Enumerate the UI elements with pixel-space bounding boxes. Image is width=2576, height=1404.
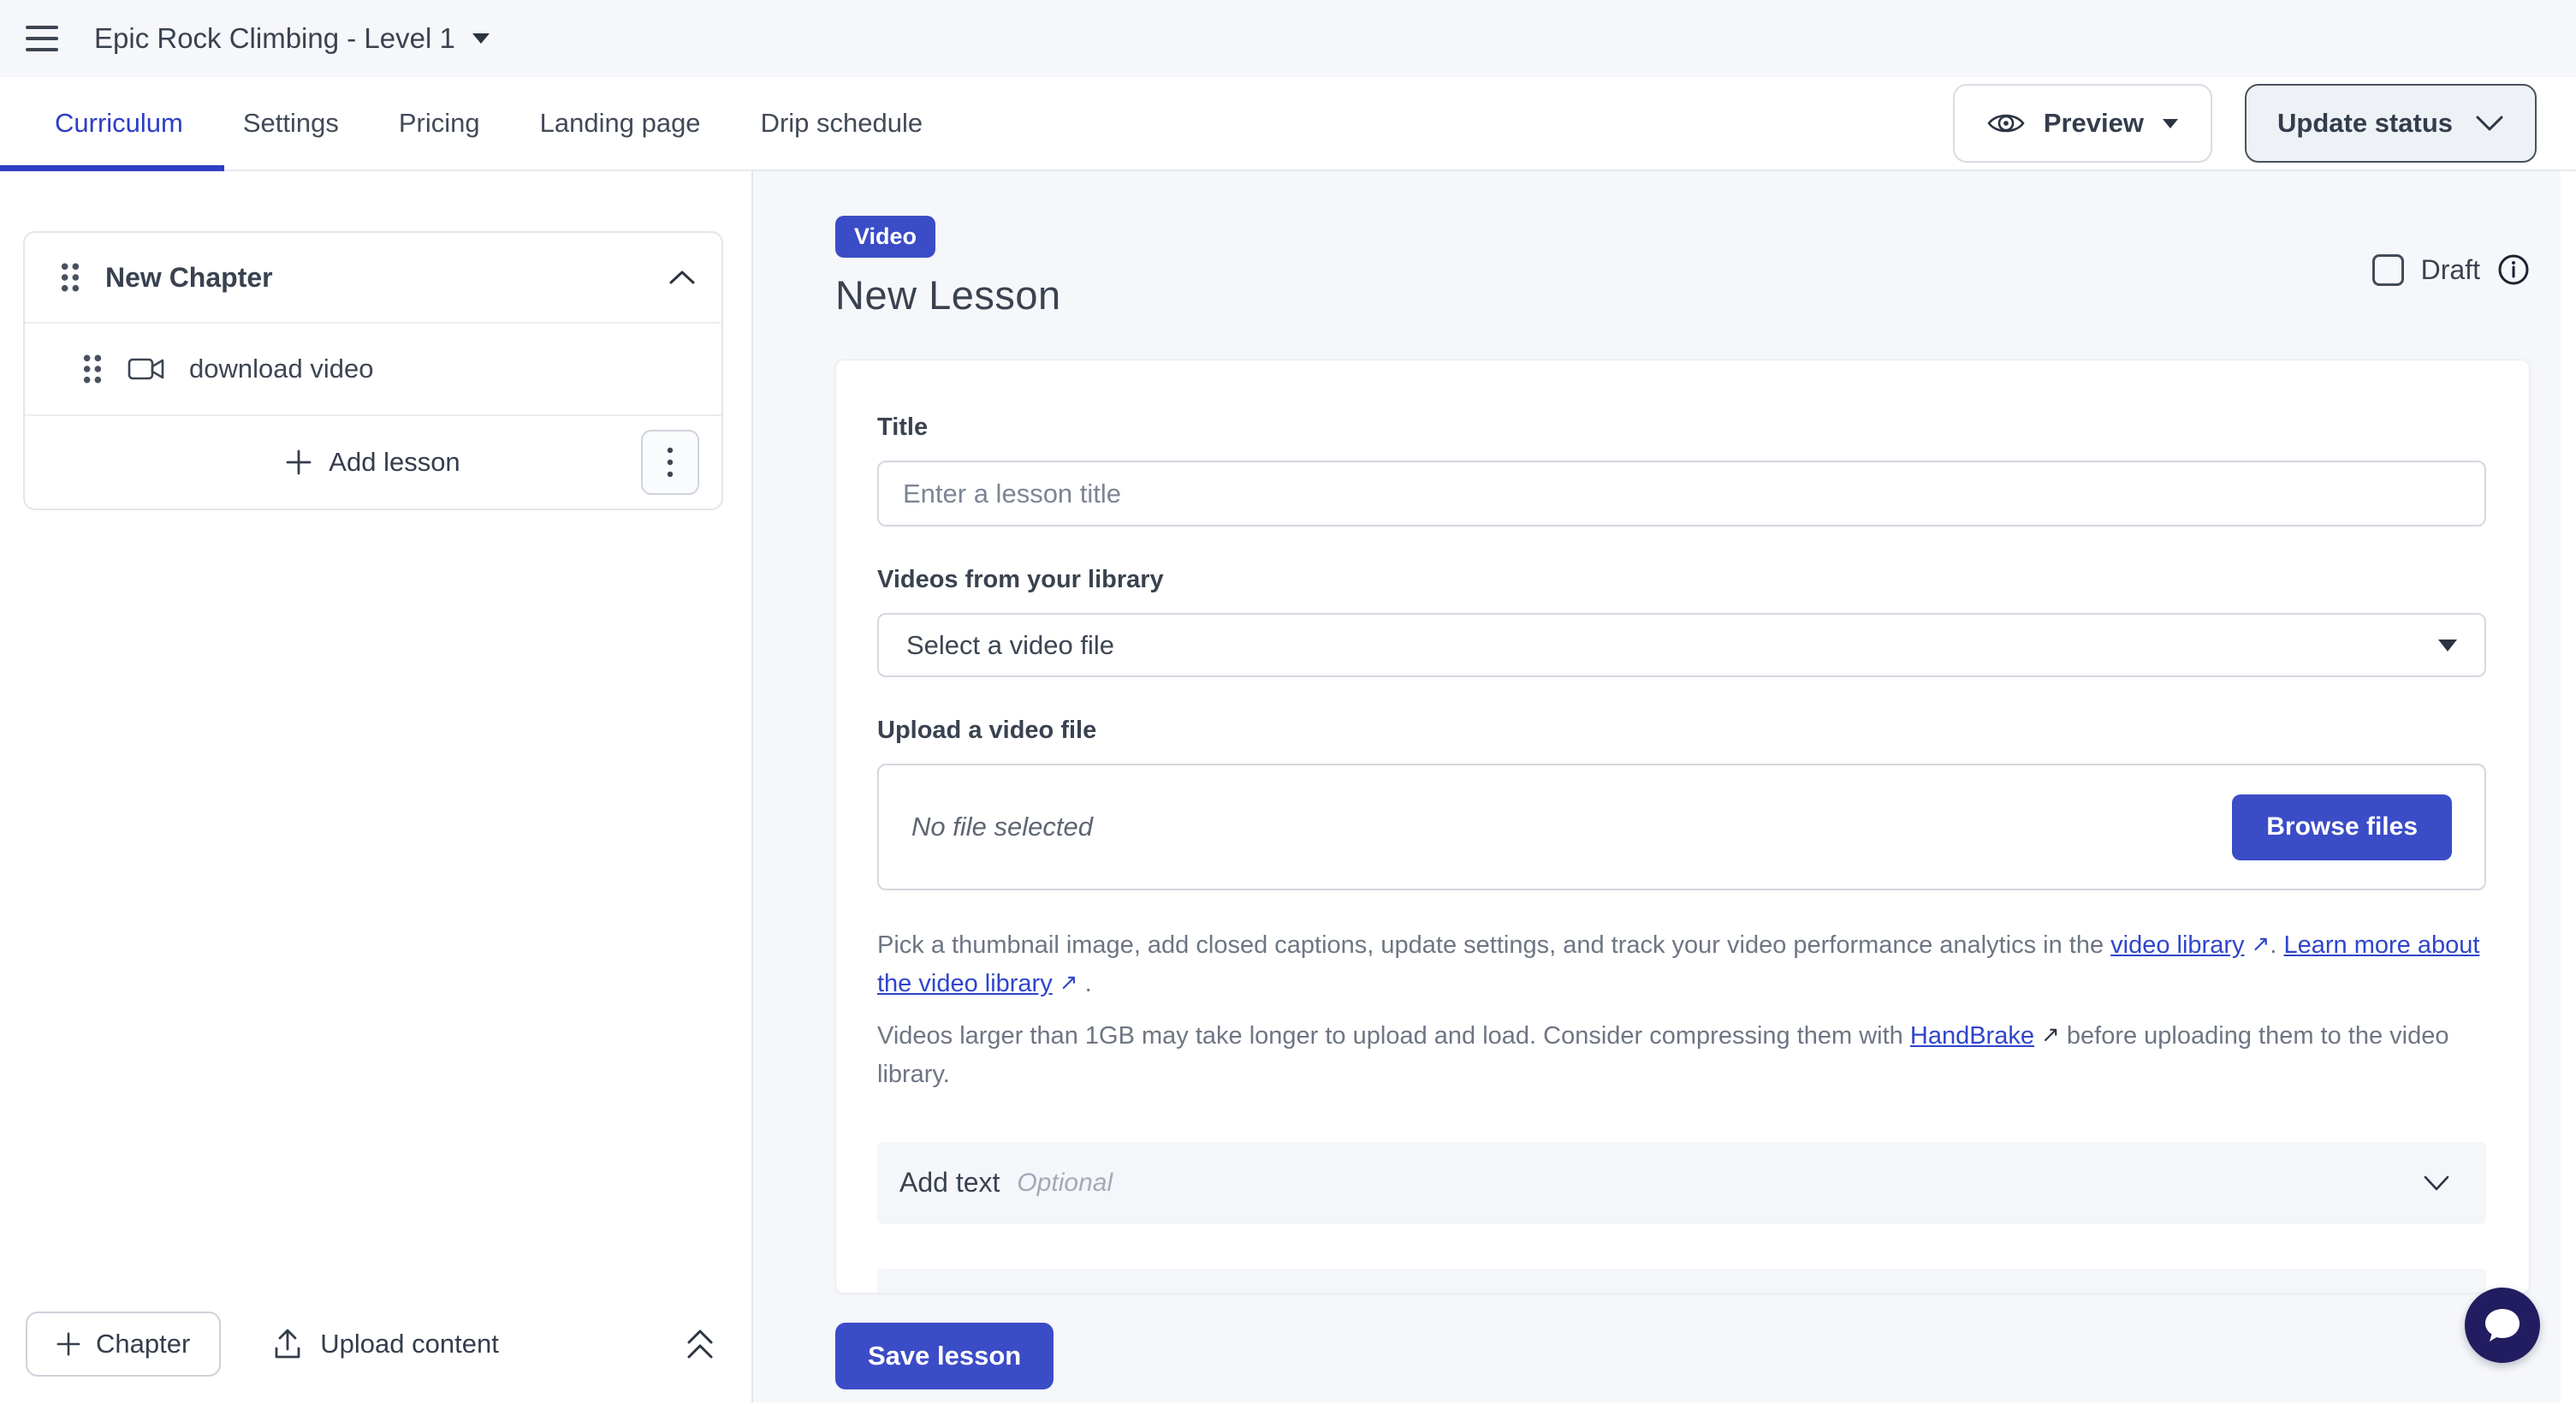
help-text-part: Pick a thumbnail image, add closed capti… [877,931,2110,959]
external-link-icon: ↗ [1059,965,1078,999]
lesson-item-download-video[interactable]: download video [25,324,721,416]
upload-content-button[interactable]: Upload content [272,1328,499,1360]
save-lesson-button[interactable]: Save lesson [835,1323,1054,1389]
chapter-title: New Chapter [105,262,273,294]
add-lesson-row: Add lesson [25,416,721,509]
add-text-accordion[interactable]: Add text Optional [877,1142,2486,1224]
sidebar-footer: Chapter Upload content [0,1298,751,1402]
kebab-menu-icon [667,447,674,478]
add-lesson-button[interactable]: Add lesson [286,447,460,478]
help-text-part: Videos larger than 1GB may take longer t… [877,1022,1910,1050]
preview-button[interactable]: Preview [1953,84,2212,163]
curriculum-sidebar: New Chapter download video [0,171,753,1402]
tab-drip-schedule[interactable]: Drip schedule [761,108,923,139]
draft-toggle: Draft [2372,253,2530,286]
chevron-down-icon [2423,1175,2450,1192]
add-text-label: Add text [899,1167,1000,1199]
handbrake-help-text: Videos larger than 1GB may take longer t… [877,1017,2486,1094]
drag-handle-icon[interactable] [81,353,104,385]
lesson-heading-block: Video New Lesson [835,216,1061,318]
optional-hint: Optional [1017,1169,1113,1198]
external-link-icon: ↗ [2252,926,2270,961]
tab-bar: Curriculum Settings Pricing Landing page… [0,77,2576,171]
lesson-title-input[interactable] [877,461,2486,526]
chapter-options-button[interactable] [641,430,699,495]
lesson-editor: Video New Lesson Draft Title Videos from… [753,171,2576,1402]
caret-down-icon [472,33,490,44]
plus-icon [56,1332,80,1356]
handbrake-link[interactable]: HandBrake [1910,1022,2034,1050]
course-title: Epic Rock Climbing - Level 1 [94,22,455,55]
lesson-type-badge: Video [835,216,935,258]
chat-bubble-icon [2482,1306,2523,1345]
collapse-all-button[interactable] [685,1327,715,1361]
tab-active-indicator [0,165,224,171]
draft-checkbox[interactable] [2372,254,2404,286]
add-chapter-label: Chapter [96,1329,190,1359]
lesson-form-card: Title Videos from your library Select a … [835,360,2530,1294]
video-library-select[interactable]: Select a video file [877,613,2486,677]
help-text-part: . [1078,970,1092,997]
chapter-header[interactable]: New Chapter [25,233,721,324]
content-area: New Chapter download video [0,171,2576,1402]
browse-files-button[interactable]: Browse files [2232,794,2452,860]
video-camera-icon [128,356,165,382]
title-field-label: Title [877,413,2486,442]
drag-handle-icon[interactable] [59,261,81,294]
scrollbar-track[interactable] [2561,171,2576,1402]
tab-pricing[interactable]: Pricing [399,108,480,139]
external-link-icon: ↗ [2041,1017,2060,1051]
library-field-label: Videos from your library [877,566,2486,594]
title-field-group: Title [877,413,2486,526]
eye-icon [1987,110,2025,137]
tab-settings[interactable]: Settings [243,108,339,139]
plus-icon [286,449,312,475]
hamburger-menu-icon[interactable] [26,26,58,51]
tab-curriculum[interactable]: Curriculum [55,108,183,139]
caret-down-icon [2163,119,2178,128]
header-actions: Preview Update status [1953,84,2576,163]
chevron-down-icon [2475,115,2504,132]
add-downloads-accordion[interactable]: Add downloads Optional [877,1269,2486,1294]
no-file-text: No file selected [911,812,1093,842]
course-switcher[interactable]: Epic Rock Climbing - Level 1 [94,22,490,55]
add-chapter-button[interactable]: Chapter [26,1312,221,1377]
lesson-header: Video New Lesson Draft [835,216,2530,318]
chevron-up-icon [668,270,696,285]
top-bar: Epic Rock Climbing - Level 1 [0,0,2576,77]
video-library-help-text: Pick a thumbnail image, add closed capti… [877,926,2486,1003]
draft-label: Draft [2421,254,2480,286]
caret-down-icon [2438,640,2457,651]
help-text-part: . [2270,931,2283,959]
preview-label: Preview [2044,108,2144,139]
library-field-group: Videos from your library Select a video … [877,566,2486,677]
upload-icon [272,1328,303,1360]
upload-field-group: Upload a video file No file selected Bro… [877,717,2486,890]
double-chevron-up-icon [685,1327,715,1361]
info-icon[interactable] [2497,253,2530,286]
upload-content-label: Upload content [320,1329,499,1359]
file-upload-box: No file selected Browse files [877,764,2486,890]
lesson-page-title: New Lesson [835,271,1061,318]
video-library-select-value: Select a video file [906,630,1114,661]
tab-landing-page[interactable]: Landing page [540,108,701,139]
add-lesson-label: Add lesson [329,447,460,478]
lesson-title: download video [189,354,373,384]
upload-field-label: Upload a video file [877,717,2486,745]
chat-widget-button[interactable] [2465,1288,2540,1363]
video-library-link[interactable]: video library [2110,931,2244,959]
chapter-card: New Chapter download video [23,231,723,510]
collapse-chapter-button[interactable] [668,270,696,285]
update-status-button[interactable]: Update status [2245,84,2537,163]
update-status-label: Update status [2277,108,2453,139]
